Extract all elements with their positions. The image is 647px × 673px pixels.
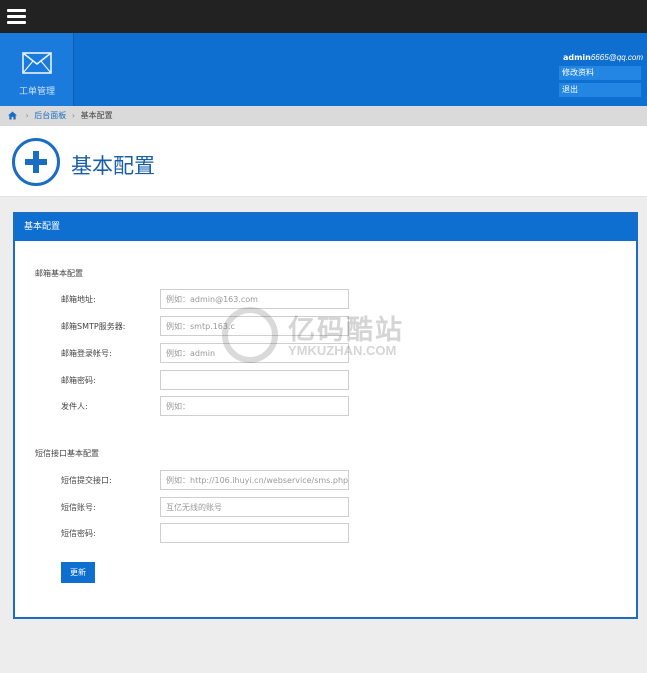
panel-heading: 基本配置 (15, 214, 636, 241)
logout-link[interactable]: 退出 (559, 83, 641, 97)
chevron-right-icon: › (25, 111, 29, 120)
edit-profile-link[interactable]: 修改资料 (559, 66, 641, 80)
home-icon[interactable] (8, 111, 17, 120)
breadcrumb-current: 基本配置 (80, 111, 113, 120)
sender-input[interactable] (160, 396, 349, 416)
page-title: 基本配置 (71, 154, 155, 178)
envelope-icon (22, 52, 52, 74)
nav-tile-label: 工单管理 (18, 87, 55, 97)
plus-circle-icon (12, 138, 60, 186)
sms-api-label: 短信提交接口: (61, 476, 112, 485)
header: 工单管理 admin6665@qq.com 修改资料 退出 (0, 33, 647, 106)
user-name: admin (562, 53, 591, 62)
email-address-input[interactable] (160, 289, 349, 309)
smtp-server-label: 邮箱SMTP服务器: (61, 322, 126, 331)
top-bar (0, 0, 647, 33)
sms-api-input[interactable] (160, 470, 349, 490)
nav-tile-ticket-management[interactable]: 工单管理 (0, 33, 74, 106)
update-button[interactable]: 更新 (61, 562, 95, 583)
email-section-title: 邮箱基本配置 (35, 269, 83, 278)
sms-password-label: 短信密码: (61, 529, 96, 538)
sender-label: 发件人: (61, 402, 88, 411)
email-login-input[interactable] (160, 343, 349, 363)
user-identity: admin6665@qq.com (559, 53, 643, 62)
user-box: admin6665@qq.com 修改资料 退出 (559, 53, 643, 100)
config-panel: 基本配置 邮箱基本配置 邮箱地址: 邮箱SMTP服务器: 邮箱登录帐号: 邮箱密… (13, 212, 638, 619)
breadcrumb-dashboard-link[interactable]: 后台面板 (34, 111, 66, 120)
breadcrumb: › 后台面板 › 基本配置 (0, 106, 647, 126)
user-email: 6665@qq.com (590, 53, 643, 62)
sms-account-input[interactable] (160, 497, 349, 517)
sms-account-label: 短信账号: (61, 503, 96, 512)
email-password-input[interactable] (160, 370, 349, 390)
sms-password-input[interactable] (160, 523, 349, 543)
email-login-label: 邮箱登录帐号: (61, 349, 112, 358)
email-password-label: 邮箱密码: (61, 376, 96, 385)
smtp-server-input[interactable] (160, 316, 349, 336)
chevron-right-icon: › (71, 111, 76, 120)
menu-icon[interactable] (7, 9, 26, 24)
title-band: 基本配置 (0, 126, 647, 197)
email-address-label: 邮箱地址: (61, 295, 96, 304)
sms-section-title: 短信接口基本配置 (35, 449, 99, 458)
